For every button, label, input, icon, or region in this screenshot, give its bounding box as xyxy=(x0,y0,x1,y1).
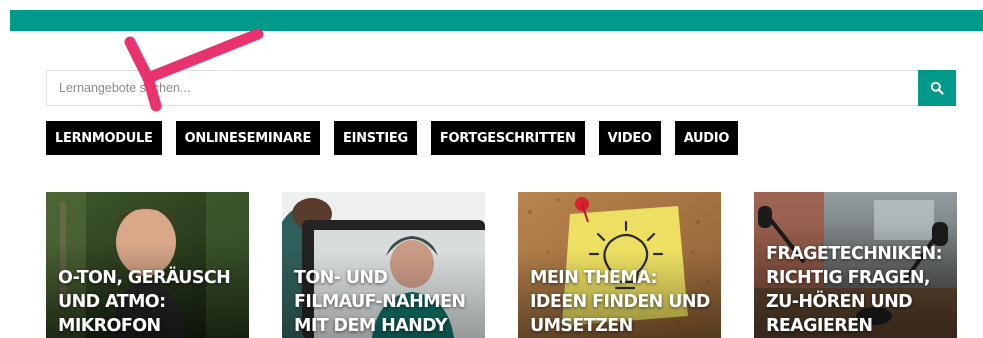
card-title: TON- UND FILMAUF-NAHMEN MIT DEM HANDY xyxy=(294,268,466,336)
search-button[interactable] xyxy=(918,70,956,106)
search-icon xyxy=(930,81,944,95)
top-accent-bar xyxy=(10,10,983,31)
course-card[interactable]: FRAGETECHNIKEN: RICHTIG FRAGEN, ZU-HÖREN… xyxy=(754,192,957,338)
card-title: O-TON, GERÄUSCH UND ATMO: MIKROFON RICHT… xyxy=(58,268,231,336)
filter-tags: LERNMODULE ONLINESEMINARE EINSTIEG FORTG… xyxy=(46,121,739,155)
course-cards: O-TON, GERÄUSCH UND ATMO: MIKROFON RICHT… xyxy=(46,192,957,338)
filter-audio[interactable]: AUDIO xyxy=(674,121,739,155)
course-card[interactable]: TON- UND FILMAUF-NAHMEN MIT DEM HANDY xyxy=(282,192,485,338)
search-input[interactable] xyxy=(46,70,918,106)
card-title: FRAGETECHNIKEN: RICHTIG FRAGEN, ZU-HÖREN… xyxy=(766,244,943,336)
course-card[interactable]: O-TON, GERÄUSCH UND ATMO: MIKROFON RICHT… xyxy=(46,192,249,338)
filter-onlineseminare[interactable]: ONLINESEMINARE xyxy=(175,121,321,155)
filter-einstieg[interactable]: EINSTIEG xyxy=(334,121,417,155)
search-bar xyxy=(46,70,956,106)
filter-fortgeschritten[interactable]: FORTGESCHRITTEN xyxy=(430,121,585,155)
course-card[interactable]: MEIN THEMA: IDEEN FINDEN UND UMSETZEN xyxy=(518,192,721,338)
filter-lernmodule[interactable]: LERNMODULE xyxy=(46,121,162,155)
filter-video[interactable]: VIDEO xyxy=(598,121,661,155)
card-title: MEIN THEMA: IDEEN FINDEN UND UMSETZEN xyxy=(530,268,710,336)
